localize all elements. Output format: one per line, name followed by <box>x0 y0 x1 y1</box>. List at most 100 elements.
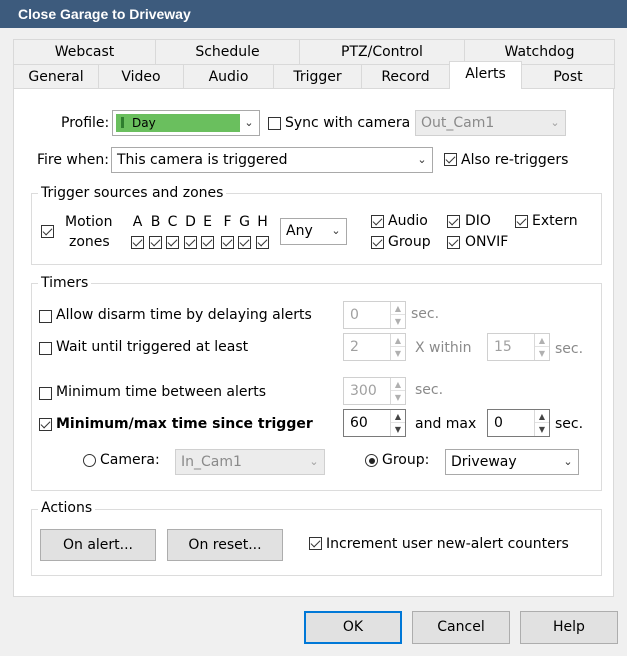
zone-e-checkbox[interactable] <box>201 236 214 249</box>
actions-title: Actions <box>38 500 96 516</box>
group-checkbox[interactable] <box>371 236 384 249</box>
zone-h-checkbox[interactable] <box>256 236 269 249</box>
spin-up-icon[interactable]: ▲ <box>391 334 405 347</box>
profile-label: Profile: <box>61 115 110 131</box>
window-title: Close Garage to Driveway <box>0 0 627 28</box>
on-alert-button[interactable]: On alert... <box>40 529 156 561</box>
onvif-checkbox[interactable] <box>447 236 460 249</box>
min-max-checkbox[interactable] <box>39 418 52 431</box>
chevron-down-icon: ⌄ <box>309 455 319 468</box>
disarm-label: Allow disarm time by delaying alerts <box>56 307 312 323</box>
min-between-unit: sec. <box>415 382 444 398</box>
tab-audio[interactable]: Audio <box>183 64 274 89</box>
audio-checkbox[interactable] <box>371 215 384 228</box>
cancel-button[interactable]: Cancel <box>412 611 510 644</box>
ok-button[interactable]: OK <box>304 611 402 644</box>
tab-post[interactable]: Post <box>521 64 615 89</box>
sync-camera-label: Sync with camera <box>285 115 411 131</box>
disarm-unit: sec. <box>411 306 440 322</box>
zone-c-label: C <box>167 214 178 230</box>
zone-mode-select[interactable]: Any ⌄ <box>280 218 347 245</box>
dio-checkbox[interactable] <box>447 215 460 228</box>
chevron-down-icon: ⌄ <box>563 455 573 468</box>
zone-d-label: D <box>185 214 196 230</box>
onvif-label: ONVIF <box>465 234 509 250</box>
zone-b-checkbox[interactable] <box>149 236 162 249</box>
also-retriggers-label: Also re-triggers <box>461 152 569 168</box>
sync-camera-select[interactable]: Out_Cam1 ⌄ <box>415 110 566 136</box>
spin-up-icon[interactable]: ▲ <box>391 302 405 315</box>
zone-a-checkbox[interactable] <box>131 236 144 249</box>
zone-f-label: F <box>223 214 232 230</box>
tab-video[interactable]: Video <box>98 64 184 89</box>
zone-b-label: B <box>150 214 161 230</box>
motion-label: Motion <box>65 214 113 230</box>
fire-when-label: Fire when: <box>37 152 109 168</box>
spin-up-icon[interactable]: ▲ <box>535 334 549 347</box>
disarm-spinner[interactable]: 0 ▲ ▼ <box>343 301 406 329</box>
zone-e-label: E <box>203 214 212 230</box>
alerts-panel: Profile: Day ⌄ Sync with camera Out_Cam1… <box>13 88 614 597</box>
chevron-down-icon: ⌄ <box>417 153 427 166</box>
min-max-spinner[interactable]: 60 ▲ ▼ <box>343 409 406 437</box>
extern-label: Extern <box>532 213 578 229</box>
wait-within-spinner[interactable]: 15 ▲ ▼ <box>487 333 550 361</box>
extern-checkbox[interactable] <box>515 215 528 228</box>
zone-d-checkbox[interactable] <box>184 236 197 249</box>
zone-g-checkbox[interactable] <box>238 236 251 249</box>
sync-camera-checkbox[interactable] <box>268 117 281 130</box>
spin-up-icon[interactable]: ▲ <box>535 410 549 423</box>
tab-record[interactable]: Record <box>361 64 450 89</box>
tab-trigger[interactable]: Trigger <box>273 64 362 89</box>
x-within-label: X within <box>415 340 472 356</box>
and-max-label: and max <box>415 416 477 432</box>
group-select[interactable]: Driveway ⌄ <box>445 449 579 475</box>
max-spinner[interactable]: 0 ▲ ▼ <box>487 409 550 437</box>
tab-schedule[interactable]: Schedule <box>155 39 300 64</box>
tab-alerts[interactable]: Alerts <box>449 61 522 89</box>
spin-down-icon[interactable]: ▼ <box>391 423 405 436</box>
min-between-checkbox[interactable] <box>39 387 52 400</box>
spin-down-icon[interactable]: ▼ <box>391 391 405 404</box>
camera-radio[interactable] <box>83 454 96 467</box>
tab-webcast[interactable]: Webcast <box>13 39 156 64</box>
motion-zones-checkbox[interactable] <box>41 225 54 238</box>
zone-f-checkbox[interactable] <box>221 236 234 249</box>
spin-down-icon[interactable]: ▼ <box>391 347 405 360</box>
camera-radio-label: Camera: <box>100 452 160 468</box>
group-label: Group <box>388 234 431 250</box>
fire-when-select[interactable]: This camera is triggered ⌄ <box>111 147 433 173</box>
disarm-checkbox[interactable] <box>39 310 52 323</box>
wait-unit: sec. <box>555 341 584 357</box>
chevron-down-icon: ⌄ <box>244 116 254 129</box>
timers-title: Timers <box>38 275 92 291</box>
wait-checkbox[interactable] <box>39 342 52 355</box>
zone-a-label: A <box>132 214 143 230</box>
spin-down-icon[interactable]: ▼ <box>535 423 549 436</box>
help-button[interactable]: Help <box>520 611 618 644</box>
profile-value: Day <box>121 111 156 135</box>
zone-h-label: H <box>257 214 268 230</box>
wait-label: Wait until triggered at least <box>56 339 249 355</box>
zone-c-checkbox[interactable] <box>166 236 179 249</box>
wait-count-spinner[interactable]: 2 ▲ ▼ <box>343 333 406 361</box>
also-retriggers-checkbox[interactable] <box>444 153 457 166</box>
tab-ptz-control[interactable]: PTZ/Control <box>299 39 465 64</box>
spin-down-icon[interactable]: ▼ <box>391 315 405 328</box>
spin-down-icon[interactable]: ▼ <box>535 347 549 360</box>
spin-up-icon[interactable]: ▲ <box>391 378 405 391</box>
on-reset-button[interactable]: On reset... <box>167 529 283 561</box>
min-between-label: Minimum time between alerts <box>56 384 267 400</box>
min-between-spinner[interactable]: 300 ▲ ▼ <box>343 377 406 405</box>
zone-g-label: G <box>239 214 250 230</box>
group-radio-label: Group: <box>382 452 430 468</box>
min-max-label: Minimum/max time since trigger <box>56 416 313 432</box>
zones-label: zones <box>69 234 110 250</box>
group-radio[interactable] <box>365 454 378 467</box>
increment-counters-checkbox[interactable] <box>309 537 322 550</box>
tab-general[interactable]: General <box>13 64 99 89</box>
increment-counters-label: Increment user new-alert counters <box>326 536 569 552</box>
profile-select[interactable]: Day ⌄ <box>112 110 260 136</box>
spin-up-icon[interactable]: ▲ <box>391 410 405 423</box>
camera-select[interactable]: In_Cam1 ⌄ <box>175 449 325 475</box>
